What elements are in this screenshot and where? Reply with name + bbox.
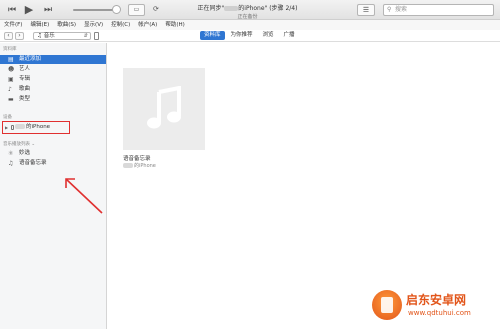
device-name: 的iPhone xyxy=(26,124,51,130)
forward-button[interactable]: › xyxy=(15,32,24,40)
status-display: 正在同步" 的iPhone" (步骤 2/4) 正在备份 xyxy=(165,0,330,20)
sidebar-item-label: 艺人 xyxy=(19,66,31,72)
sidebar-item-label: 类型 xyxy=(19,96,31,102)
menu-controls[interactable]: 控制(C) xyxy=(107,20,134,30)
sidebar-item-voice-memos[interactable]: ♫ 语音备忘录 xyxy=(0,159,106,168)
artist-icon: ☻ xyxy=(8,66,15,73)
redacted-name xyxy=(224,6,239,11)
sidebar-item-device[interactable]: ▶ 的iPhone xyxy=(2,121,70,134)
genius-icon: ⚛ xyxy=(8,150,14,157)
tab-browse[interactable]: 浏览 xyxy=(259,31,278,40)
play-icon[interactable]: ▶ xyxy=(23,4,35,16)
menu-bar: 文件(F) 编辑(E) 歌曲(S) 显示(V) 控制(C) 帐户(A) 帮助(H… xyxy=(0,20,500,30)
search-placeholder: 搜索 xyxy=(395,6,408,13)
music-note-icon: ♫ xyxy=(37,33,42,39)
menu-help[interactable]: 帮助(H) xyxy=(161,20,188,30)
sidebar-item-label: 最近添加 xyxy=(19,56,42,62)
album-icon: ▣ xyxy=(8,76,14,83)
watermark: 启东安卓网 www.qdtuhui.com xyxy=(372,288,497,326)
list-icon[interactable]: ☰ xyxy=(357,4,375,16)
iphone-icon xyxy=(11,125,14,130)
media-type-label: 音乐 xyxy=(43,33,55,39)
sync-status-text: 正在同步" 的iPhone" (步骤 2/4) xyxy=(165,3,330,12)
search-icon: ⚲ xyxy=(387,6,392,13)
playlists-header[interactable]: 音乐播放列表 ⌄ xyxy=(3,141,35,147)
devices-header: 设备 xyxy=(3,115,12,120)
status-prefix: 正在同步" xyxy=(197,5,225,12)
navigation-bar: ‹ › ♫ 音乐 ⇵ 资料库 为你推荐 浏览 广播 xyxy=(0,30,500,42)
library-header: 资料库 xyxy=(3,47,17,52)
sync-icon: ⟳ xyxy=(153,5,159,13)
previous-icon[interactable]: ⏮ xyxy=(6,4,18,16)
album-subtitle: 的iPhone xyxy=(123,162,156,169)
volume-slider[interactable] xyxy=(73,9,117,11)
watermark-logo-icon xyxy=(372,290,402,320)
sidebar-item-label: 歌曲 xyxy=(19,86,31,92)
sidebar-item-artists[interactable]: ☻ 艺人 xyxy=(0,65,106,74)
next-icon[interactable]: ⏭ xyxy=(42,4,54,16)
main-content: 语音备忘录 的iPhone xyxy=(108,43,500,329)
status-suffix: 的iPhone" (步骤 2/4) xyxy=(238,5,298,12)
album-title[interactable]: 语音备忘录 xyxy=(123,154,151,162)
tab-bar: 资料库 为你推荐 浏览 广播 xyxy=(200,31,301,41)
menu-song[interactable]: 歌曲(S) xyxy=(53,20,80,30)
backup-status-text: 正在备份 xyxy=(237,14,258,20)
tab-library[interactable]: 资料库 xyxy=(200,31,225,40)
menu-file[interactable]: 文件(F) xyxy=(0,20,26,30)
volume-knob[interactable] xyxy=(112,5,121,14)
media-type-select[interactable]: ♫ 音乐 ⇵ xyxy=(33,32,91,40)
playlist-icon: ♫ xyxy=(8,160,14,167)
disclosure-triangle-icon[interactable]: ▶ xyxy=(5,122,8,133)
menu-account[interactable]: 帐户(A) xyxy=(134,20,161,30)
album-artwork[interactable] xyxy=(123,68,205,150)
sidebar: 资料库 ▤ 最近添加 ☻ 艺人 ▣ 专辑 ♪ 歌曲 ▬ 类型 设备 ▶ 的iPh… xyxy=(0,43,107,329)
sidebar-item-albums[interactable]: ▣ 专辑 xyxy=(0,75,106,84)
sidebar-item-label: 语音备忘录 xyxy=(19,160,47,166)
song-icon: ♪ xyxy=(8,86,12,93)
chevron-updown-icon: ⇵ xyxy=(83,33,88,39)
genre-icon: ▬ xyxy=(8,96,14,103)
sidebar-item-recently-added[interactable]: ▤ 最近添加 xyxy=(0,55,106,64)
watermark-url: www.qdtuhui.com xyxy=(408,309,471,317)
itunes-window: ⏮ ▶ ⏭ ▭ ⟳ 正在同步" 的iPhone" (步骤 2/4) 正在备份 ☰ … xyxy=(0,0,500,329)
redacted-name xyxy=(15,124,25,129)
tab-for-you[interactable]: 为你推荐 xyxy=(227,31,257,40)
red-arrow-annotation xyxy=(65,178,103,214)
back-button[interactable]: ‹ xyxy=(4,32,13,40)
tab-radio[interactable]: 广播 xyxy=(280,31,299,40)
sidebar-item-genius[interactable]: ⚛ 妙选 xyxy=(0,149,106,158)
sidebar-item-label: 专辑 xyxy=(19,76,31,82)
sidebar-item-genres[interactable]: ▬ 类型 xyxy=(0,95,106,104)
sidebar-item-label: 妙选 xyxy=(19,150,31,156)
airplay-icon[interactable]: ▭ xyxy=(128,4,145,16)
device-button[interactable] xyxy=(94,32,99,40)
menu-edit[interactable]: 编辑(E) xyxy=(26,20,53,30)
redacted-name xyxy=(123,163,133,168)
search-input[interactable]: ⚲ 搜索 xyxy=(383,4,494,16)
music-note-icon xyxy=(147,86,181,129)
menu-view[interactable]: 显示(V) xyxy=(80,20,107,30)
player-bar: ⏮ ▶ ⏭ ▭ ⟳ 正在同步" 的iPhone" (步骤 2/4) 正在备份 ☰ … xyxy=(0,0,500,20)
recent-icon: ▤ xyxy=(8,56,14,63)
album-subtitle-text: 的iPhone xyxy=(134,163,156,169)
watermark-name: 启东安卓网 xyxy=(406,293,467,307)
sidebar-item-songs[interactable]: ♪ 歌曲 xyxy=(0,85,106,94)
